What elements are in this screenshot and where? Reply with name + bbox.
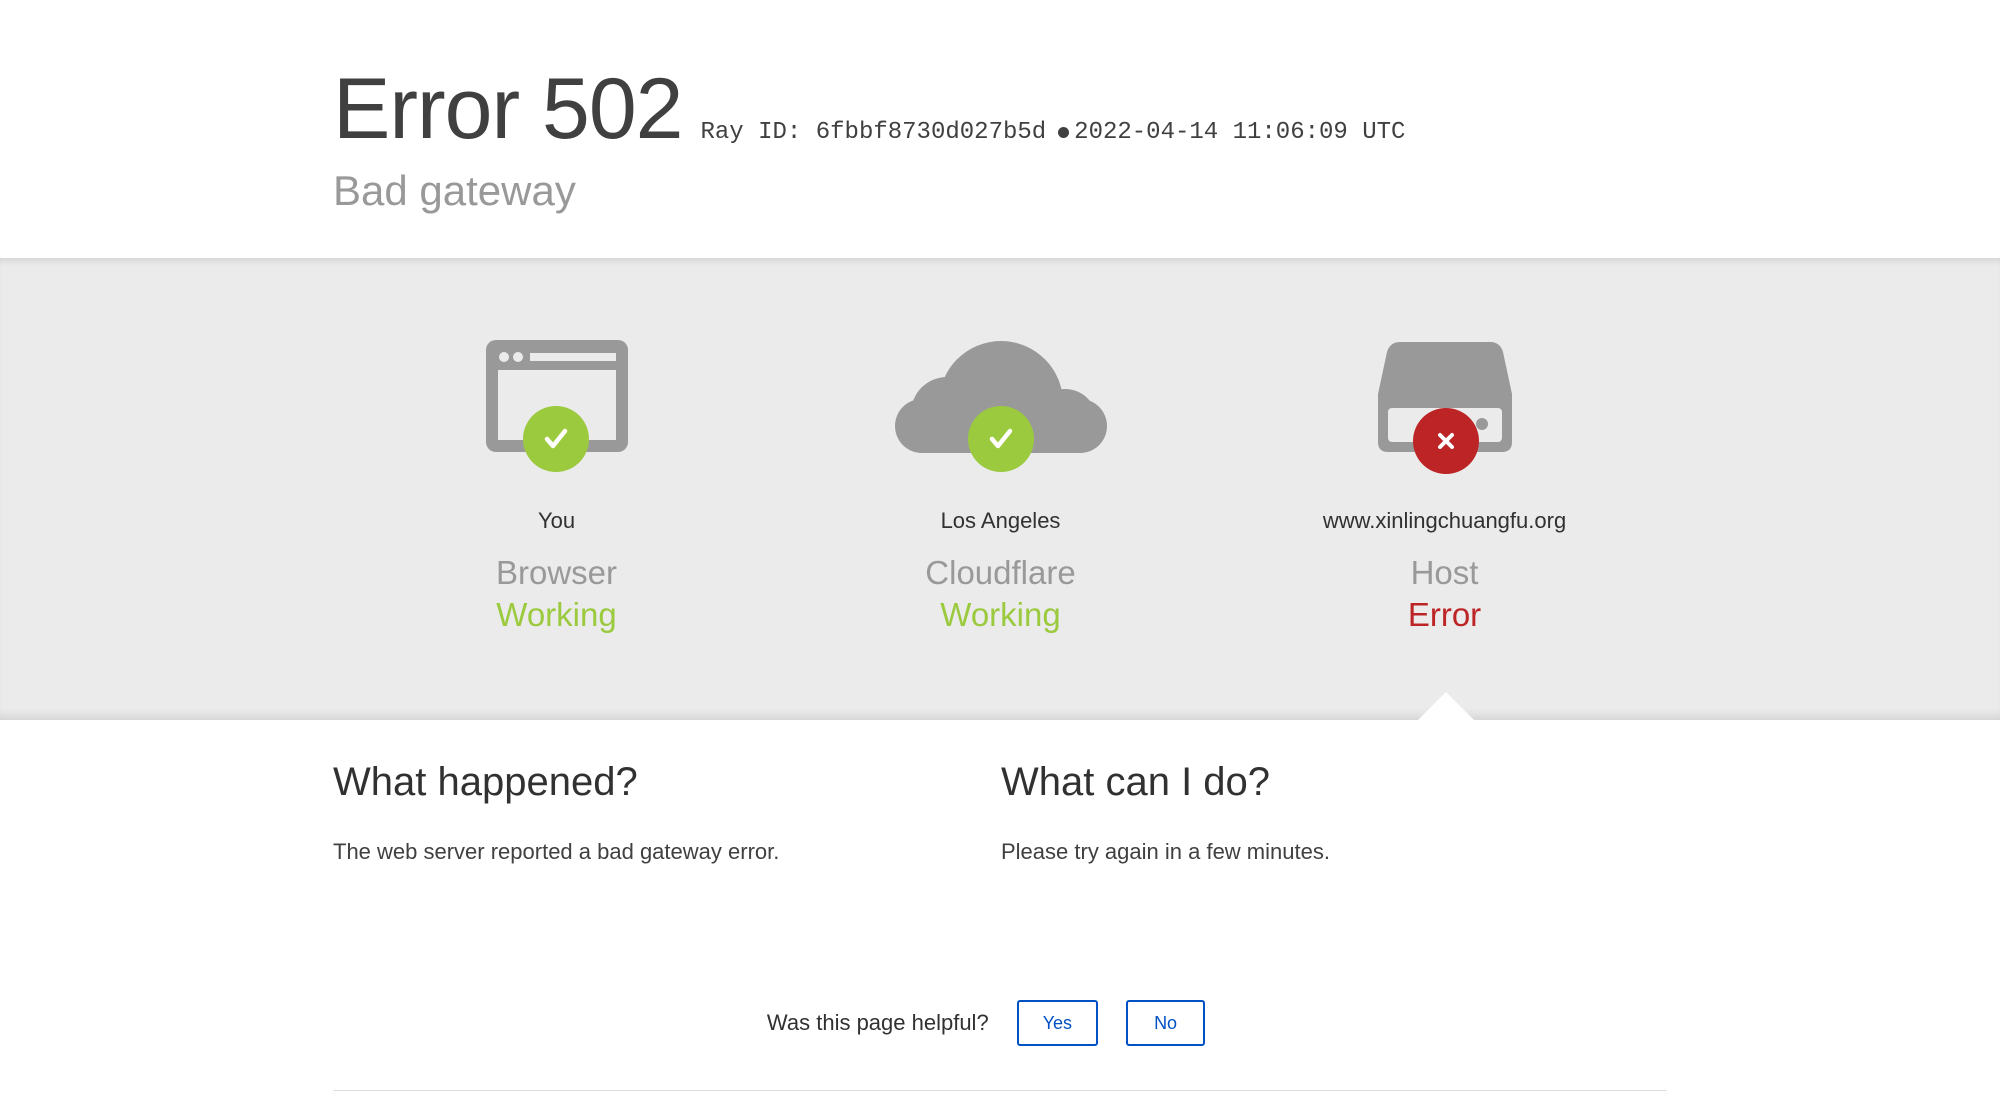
page-subtitle: Bad gateway — [333, 167, 576, 214]
bullet-separator — [1058, 127, 1070, 138]
checkmark-icon — [968, 406, 1034, 472]
status-pointer — [1418, 692, 1474, 720]
status-band: You Browser Working Los Angeles Cloudfla… — [0, 258, 2000, 720]
location-label: www.xinlingchuangfu.org — [1322, 508, 1567, 533]
title-row: Error 502 Ray ID: 6fbbf8730d027b5d 2022-… — [333, 62, 1667, 157]
node-name: Browser — [495, 554, 618, 591]
location-label: Los Angeles — [940, 508, 1061, 533]
page-title: Error 502 — [333, 61, 683, 157]
status-host: www.xinlingchuangfu.org Host Error — [1222, 258, 1667, 633]
checkmark-icon — [523, 406, 589, 472]
timestamp: 2022-04-14 11:06:09 UTC — [1074, 119, 1406, 146]
feedback-question: Was this page helpful? — [766, 1010, 989, 1035]
section-body: The web server reported a bad gateway er… — [333, 839, 780, 864]
footer-divider — [333, 1090, 1667, 1091]
error-page: Error 502 Ray ID: 6fbbf8730d027b5d 2022-… — [0, 0, 2000, 1105]
x-icon — [1413, 408, 1479, 474]
no-button[interactable]: No — [1126, 1000, 1206, 1046]
ray-id: 6fbbf8730d027b5d — [815, 119, 1047, 146]
status-badge: Working — [940, 596, 1061, 633]
status-badge: Working — [496, 596, 617, 633]
section-heading: What can I do? — [1001, 760, 1271, 804]
ray-label: Ray ID: — [700, 119, 802, 146]
status-cloudflare: Los Angeles Cloudflare Working — [778, 258, 1223, 633]
section-heading: What happened? — [333, 760, 638, 804]
status-badge: Error — [1407, 596, 1482, 633]
what-can-i-do-section: What can I do? Please try again in a few… — [1001, 760, 1621, 867]
node-name: Cloudflare — [925, 554, 1076, 591]
page-header: Error 502 Ray ID: 6fbbf8730d027b5d 2022-… — [0, 0, 2000, 258]
header-content: Error 502 Ray ID: 6fbbf8730d027b5d 2022-… — [333, 62, 1667, 215]
location-label: You — [537, 508, 576, 533]
ray-info: Ray ID: 6fbbf8730d027b5d 2022-04-14 11:0… — [701, 119, 1406, 146]
node-name: Host — [1410, 554, 1479, 591]
section-body: Please try again in a few minutes. — [1001, 839, 1330, 864]
feedback-bar: Was this page helpful? Yes No — [0, 1000, 2000, 1046]
what-happened-section: What happened? The web server reported a… — [333, 760, 953, 867]
status-browser: You Browser Working — [334, 258, 779, 633]
yes-button[interactable]: Yes — [1016, 1000, 1099, 1046]
